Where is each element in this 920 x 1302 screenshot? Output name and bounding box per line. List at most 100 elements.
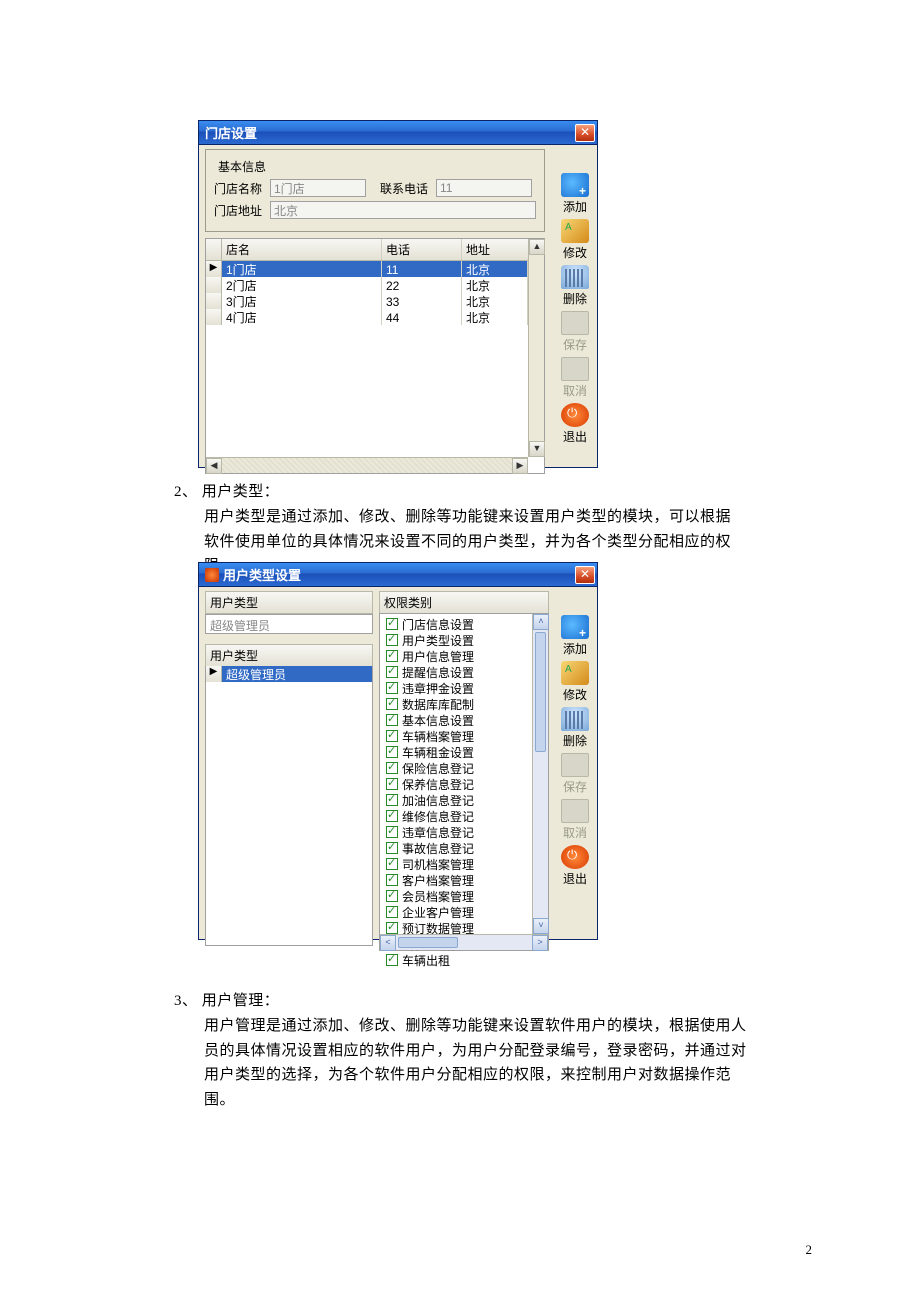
table-row[interactable]: 3门店33北京 — [206, 293, 528, 309]
checkbox-icon[interactable] — [386, 778, 398, 790]
permission-item[interactable]: 司机档案管理 — [386, 856, 530, 872]
scroll-right-button[interactable]: ▶ — [512, 458, 528, 474]
store-grid-header: 店名 电话 地址 — [206, 239, 544, 261]
grid-vertical-scrollbar[interactable]: ▲ ▼ — [528, 239, 544, 457]
section3-heading: 3、 用户管理： — [174, 989, 754, 1014]
user-type-settings-dialog: 用户类型设置 ✕ 用户类型 超级管理员 用户类型 ▶超级管理员 权限类别 门店信… — [198, 562, 598, 940]
save-button: 保存 — [558, 311, 592, 353]
dialog1-close-button[interactable]: ✕ — [575, 124, 595, 142]
checkbox-icon[interactable] — [386, 666, 398, 678]
permission-item[interactable]: 车辆出租 — [386, 952, 530, 968]
permission-item[interactable]: 用户类型设置 — [386, 632, 530, 648]
checkbox-icon[interactable] — [386, 858, 398, 870]
permission-item[interactable]: 加油信息登记 — [386, 792, 530, 808]
permission-item[interactable]: 企业客户管理 — [386, 904, 530, 920]
checkbox-icon[interactable] — [386, 922, 398, 934]
permission-item[interactable]: 数据库库配制 — [386, 696, 530, 712]
store-name-input[interactable] — [270, 179, 366, 197]
checkbox-icon[interactable] — [386, 618, 398, 630]
perm-scroll-thumb-h[interactable] — [398, 937, 458, 948]
add-button[interactable]: 添加 — [558, 615, 592, 657]
checkbox-icon[interactable] — [386, 698, 398, 710]
perm-horizontal-scrollbar[interactable]: ˂ ˃ — [380, 934, 548, 950]
exit-button[interactable]: 退出 — [558, 403, 592, 445]
store-grid[interactable]: 店名 电话 地址 ▶1门店11北京2门店22北京3门店33北京4门店44北京 ▲… — [205, 238, 545, 474]
save-icon — [561, 753, 589, 777]
edit-button[interactable]: 修改 — [558, 661, 592, 703]
document-page: 门店设置 ✕ 基本信息 门店名称 联系电话 门店地址 — [0, 0, 920, 1302]
dialog1-title: 门店设置 — [205, 123, 575, 142]
delete-button[interactable]: 删除 — [558, 707, 592, 749]
scroll-down-button[interactable]: ▼ — [529, 441, 545, 457]
permission-item[interactable]: 维修信息登记 — [386, 808, 530, 824]
section2-heading: 2、 用户类型： — [174, 480, 744, 505]
perm-scroll-left[interactable]: ˂ — [380, 935, 396, 951]
permission-item[interactable]: 门店信息设置 — [386, 616, 530, 632]
dialog1-sidebar: 添加 修改 删除 保存 取消 退出 — [557, 173, 593, 445]
permission-item[interactable]: 基本信息设置 — [386, 712, 530, 728]
dialog2-close-button[interactable]: ✕ — [575, 566, 595, 584]
save-button: 保存 — [558, 753, 592, 795]
table-row[interactable]: ▶1门店11北京 — [206, 261, 528, 277]
checkbox-icon[interactable] — [386, 730, 398, 742]
store-address-input[interactable] — [270, 201, 536, 219]
cancel-icon — [561, 799, 589, 823]
checkbox-icon[interactable] — [386, 762, 398, 774]
permission-item[interactable]: 车辆档案管理 — [386, 728, 530, 744]
add-icon — [561, 173, 589, 197]
permission-item[interactable]: 违章押金设置 — [386, 680, 530, 696]
checkbox-icon[interactable] — [386, 746, 398, 758]
permission-item[interactable]: 客户档案管理 — [386, 872, 530, 888]
store-phone-input[interactable] — [436, 179, 532, 197]
edit-icon — [561, 219, 589, 243]
perm-vertical-scrollbar[interactable]: ˄ ˅ — [532, 614, 548, 934]
checkbox-icon[interactable] — [386, 890, 398, 902]
delete-icon — [561, 707, 589, 731]
checkbox-icon[interactable] — [386, 682, 398, 694]
permission-item[interactable]: 会员档案管理 — [386, 888, 530, 904]
col-store-phone[interactable]: 电话 — [382, 239, 462, 260]
checkbox-icon[interactable] — [386, 794, 398, 806]
checkbox-icon[interactable] — [386, 826, 398, 838]
table-row[interactable]: 4门店44北京 — [206, 309, 528, 325]
perm-scroll-up[interactable]: ˄ — [533, 614, 549, 630]
scroll-left-button[interactable]: ◀ — [206, 458, 222, 474]
add-icon — [561, 615, 589, 639]
permission-item[interactable]: 车辆租金设置 — [386, 744, 530, 760]
user-type-field[interactable]: 超级管理员 — [205, 614, 373, 634]
permission-item[interactable]: 提醒信息设置 — [386, 664, 530, 680]
dialog2-titlebar[interactable]: 用户类型设置 ✕ — [199, 563, 597, 587]
permission-item[interactable]: 用户信息管理 — [386, 648, 530, 664]
dialog2-sidebar: 添加 修改 删除 保存 取消 退出 — [557, 615, 593, 887]
checkbox-icon[interactable] — [386, 954, 398, 966]
list-item[interactable]: ▶超级管理员 — [206, 666, 372, 682]
add-button[interactable]: 添加 — [558, 173, 592, 215]
table-row[interactable]: 2门店22北京 — [206, 277, 528, 293]
checkbox-icon[interactable] — [386, 906, 398, 918]
permission-item[interactable]: 违章信息登记 — [386, 824, 530, 840]
col-store-name[interactable]: 店名 — [222, 239, 382, 260]
permission-item[interactable]: 保险信息登记 — [386, 760, 530, 776]
exit-button[interactable]: 退出 — [558, 845, 592, 887]
permission-item[interactable]: 保养信息登记 — [386, 776, 530, 792]
checkbox-icon[interactable] — [386, 650, 398, 662]
delete-button[interactable]: 删除 — [558, 265, 592, 307]
checkbox-icon[interactable] — [386, 810, 398, 822]
scroll-up-button[interactable]: ▲ — [529, 239, 545, 255]
perm-scroll-down[interactable]: ˅ — [533, 918, 549, 934]
store-phone-label: 联系电话 — [380, 180, 436, 197]
user-type-list[interactable]: ▶超级管理员 — [205, 666, 373, 946]
permissions-list[interactable]: 门店信息设置用户类型设置用户信息管理提醒信息设置违章押金设置数据库库配制基本信息… — [379, 613, 549, 951]
edit-button[interactable]: 修改 — [558, 219, 592, 261]
perm-scroll-thumb-v[interactable] — [535, 632, 546, 752]
dialog1-titlebar[interactable]: 门店设置 ✕ — [199, 121, 597, 145]
permissions-header: 权限类别 — [379, 591, 549, 613]
checkbox-icon[interactable] — [386, 874, 398, 886]
grid-horizontal-scrollbar[interactable]: ◀ ▶ — [206, 457, 528, 473]
checkbox-icon[interactable] — [386, 714, 398, 726]
checkbox-icon[interactable] — [386, 634, 398, 646]
checkbox-icon[interactable] — [386, 842, 398, 854]
permission-item[interactable]: 事故信息登记 — [386, 840, 530, 856]
perm-scroll-right[interactable]: ˃ — [532, 935, 548, 951]
cancel-button: 取消 — [558, 799, 592, 841]
